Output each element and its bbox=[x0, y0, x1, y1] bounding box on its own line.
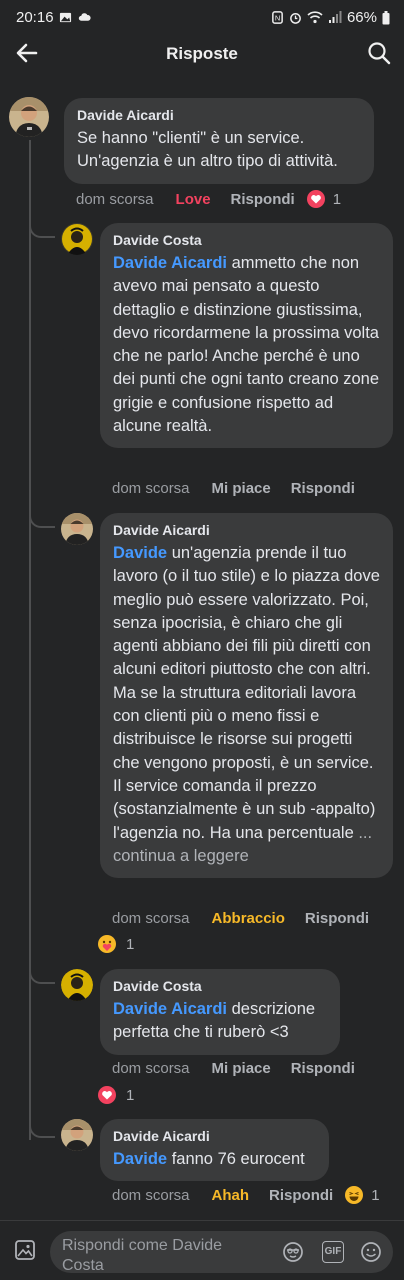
comment-author[interactable]: Davide Costa bbox=[113, 232, 381, 248]
comment-timestamp[interactable]: dom scorsa bbox=[112, 1060, 190, 1077]
emoji-icon[interactable] bbox=[360, 1241, 382, 1263]
svg-text:N: N bbox=[275, 13, 280, 22]
comment-actions: dom scorsa Ahah Rispondi 1 bbox=[112, 1186, 380, 1204]
search-icon[interactable] bbox=[366, 40, 392, 66]
comment-body: un'agenzia prende il tuo lavoro (o il tu… bbox=[113, 544, 380, 842]
avatar[interactable] bbox=[61, 513, 93, 545]
reaction-button[interactable]: Love bbox=[176, 191, 211, 208]
comment-text: Davide un'agenzia prende il tuo lavoro (… bbox=[113, 542, 381, 868]
gif-label: GIF bbox=[324, 1246, 342, 1257]
mention-link[interactable]: Davide bbox=[113, 544, 167, 562]
nfc-icon: N bbox=[272, 11, 283, 24]
comment-text: Davide fanno 76 eurocent bbox=[113, 1148, 317, 1171]
comment-body: Se hanno "clienti" è un service. Un'agen… bbox=[77, 129, 338, 171]
comment-bubble: Davide Aicardi Se hanno "clienti" è un s… bbox=[64, 98, 374, 184]
reply-input-placeholder: Rispondi come Davide Costa bbox=[62, 1237, 223, 1273]
thread-branch bbox=[29, 1122, 55, 1138]
comment-author[interactable]: Davide Aicardi bbox=[77, 107, 362, 123]
comment-bubble: Davide Aicardi Davide un'agenzia prende … bbox=[100, 513, 393, 879]
reply-button[interactable]: Rispondi bbox=[305, 910, 369, 927]
thread-branch bbox=[29, 968, 55, 984]
status-bar: 20:16 N 66% bbox=[0, 0, 404, 36]
reply-button[interactable]: Rispondi bbox=[291, 1060, 355, 1077]
notification-icons bbox=[59, 11, 91, 24]
mention-link[interactable]: Davide Aicardi bbox=[113, 1000, 227, 1018]
heart-reaction-icon bbox=[306, 190, 325, 208]
mention-link[interactable]: Davide bbox=[113, 1150, 167, 1168]
comment-author[interactable]: Davide Costa bbox=[113, 978, 328, 994]
avatar-sticker-icon[interactable] bbox=[282, 1241, 304, 1263]
system-status: N 66% bbox=[271, 9, 390, 26]
comment-body: ammetto che non avevo mai pensato a ques… bbox=[113, 254, 380, 436]
heart-reaction-icon bbox=[98, 1086, 116, 1104]
thread-branch bbox=[29, 222, 55, 238]
comment-text: Davide Aicardi ammetto che non avevo mai… bbox=[113, 252, 381, 438]
reaction-summary[interactable]: 1 bbox=[345, 1186, 380, 1204]
avatar[interactable] bbox=[9, 97, 49, 137]
reaction-count: 1 bbox=[371, 1186, 380, 1204]
avatar[interactable] bbox=[61, 1119, 93, 1151]
reaction-summary[interactable]: 1 bbox=[98, 935, 134, 953]
alarm-icon bbox=[290, 13, 301, 24]
comment-author[interactable]: Davide Aicardi bbox=[113, 522, 381, 538]
comment-bubble: Davide Costa Davide Aicardi descrizione … bbox=[100, 969, 340, 1055]
reply-button[interactable]: Rispondi bbox=[269, 1187, 333, 1204]
haha-reaction-icon bbox=[345, 1186, 364, 1204]
comment-actions: dom scorsa Mi piace Rispondi bbox=[112, 1060, 355, 1077]
comment-timestamp[interactable]: dom scorsa bbox=[112, 1187, 190, 1204]
reaction-count: 1 bbox=[126, 935, 135, 953]
comment-actions: dom scorsa Mi piace Rispondi bbox=[112, 480, 355, 497]
thread-branch bbox=[29, 512, 55, 528]
comment-bubble: Davide Aicardi Davide fanno 76 eurocent bbox=[100, 1119, 329, 1182]
reply-input[interactable]: Rispondi come Davide Costa GIF bbox=[50, 1231, 393, 1273]
comment-body: fanno 76 eurocent bbox=[167, 1150, 305, 1168]
reaction-summary[interactable]: 1 bbox=[98, 1086, 134, 1104]
page-title: Risposte bbox=[166, 44, 238, 63]
reaction-count: 1 bbox=[126, 1086, 135, 1104]
reaction-count: 1 bbox=[332, 190, 342, 208]
care-reaction-icon bbox=[98, 935, 116, 953]
comment-text: Davide Aicardi descrizione perfetta che … bbox=[113, 998, 328, 1045]
reaction-button[interactable]: Abbraccio bbox=[212, 910, 285, 927]
gif-button[interactable]: GIF bbox=[322, 1241, 344, 1263]
top-bar: Risposte bbox=[0, 36, 404, 72]
photo-icon[interactable] bbox=[14, 1239, 36, 1261]
comment-actions: dom scorsa Abbraccio Rispondi bbox=[112, 910, 369, 927]
comment-bubble: Davide Costa Davide Aicardi ammetto che … bbox=[100, 223, 393, 449]
comment-timestamp[interactable]: dom scorsa bbox=[76, 191, 154, 208]
reaction-button[interactable]: Ahah bbox=[212, 1187, 250, 1204]
battery-icon bbox=[382, 10, 390, 24]
thread-line bbox=[29, 140, 31, 1140]
like-button[interactable]: Mi piace bbox=[212, 1060, 271, 1077]
comment-text: Se hanno "clienti" è un service. Un'agen… bbox=[77, 127, 362, 174]
wifi-icon bbox=[307, 11, 323, 24]
reply-button[interactable]: Rispondi bbox=[231, 191, 295, 208]
comment-timestamp[interactable]: dom scorsa bbox=[112, 910, 190, 927]
like-button[interactable]: Mi piace bbox=[212, 480, 271, 497]
reply-button[interactable]: Rispondi bbox=[291, 480, 355, 497]
comment-timestamp[interactable]: dom scorsa bbox=[112, 480, 190, 497]
gallery-notification-icon bbox=[59, 12, 72, 23]
signal-icon bbox=[328, 11, 342, 23]
cloud-icon bbox=[78, 13, 91, 21]
battery-percentage: 66% bbox=[346, 9, 377, 26]
reaction-summary[interactable]: 1 bbox=[306, 190, 342, 208]
mention-link[interactable]: Davide Aicardi bbox=[113, 254, 227, 272]
avatar[interactable] bbox=[61, 969, 93, 1001]
reply-composer: Rispondi come Davide Costa GIF bbox=[0, 1220, 404, 1280]
comment-author[interactable]: Davide Aicardi bbox=[113, 1128, 317, 1144]
comment-actions: dom scorsa Love Rispondi 1 bbox=[76, 190, 341, 208]
avatar[interactable] bbox=[61, 223, 93, 255]
clock: 20:16 bbox=[16, 9, 54, 26]
